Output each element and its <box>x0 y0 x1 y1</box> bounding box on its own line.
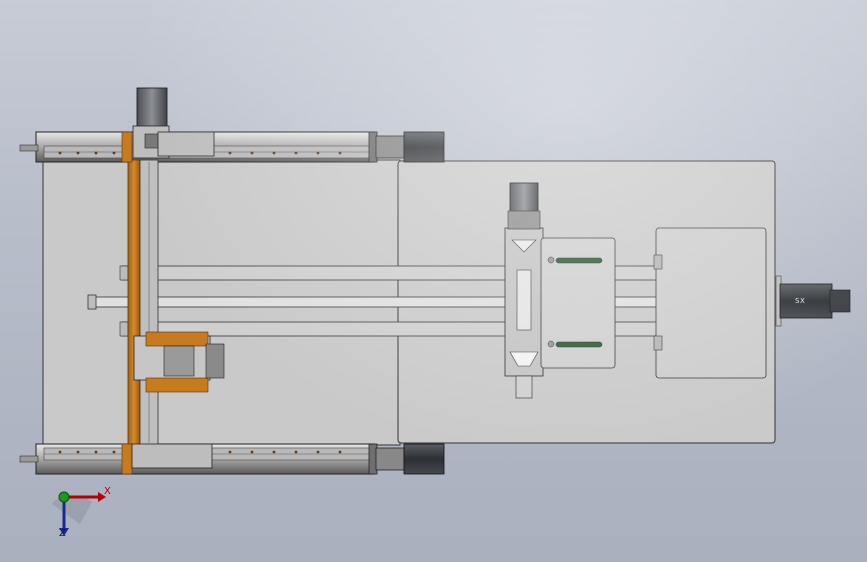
hose-bracket[interactable] <box>540 237 616 369</box>
rotary-head[interactable] <box>504 182 544 399</box>
rear-box[interactable] <box>653 227 767 379</box>
top-linear-module[interactable] <box>19 131 445 163</box>
bottom-linear-module[interactable] <box>19 443 445 475</box>
motor-label: SX <box>795 297 806 305</box>
z-axis-label: Z <box>59 528 66 539</box>
x-axis-label: X <box>104 486 111 497</box>
cad-viewport[interactable]: SX X Z <box>0 0 867 562</box>
y-axis-icon <box>58 491 70 503</box>
assembly-model[interactable] <box>0 0 867 562</box>
side-drive-motor[interactable] <box>775 275 851 327</box>
